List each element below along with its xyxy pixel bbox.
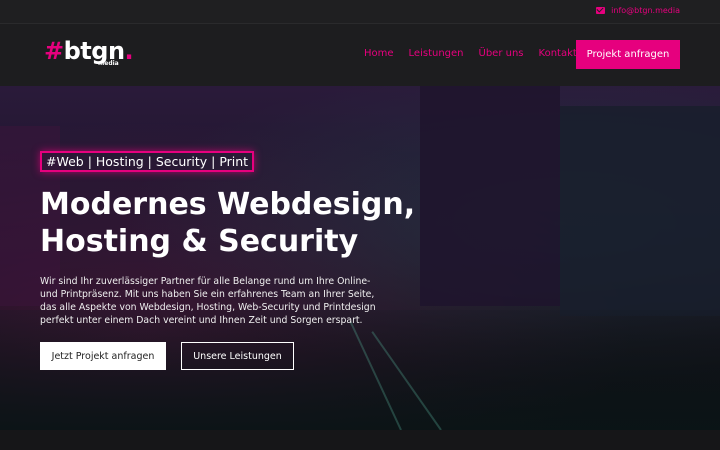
- logo-dot: .: [124, 37, 134, 65]
- bottom-strip: [0, 430, 720, 450]
- nav-item-home[interactable]: Home: [364, 48, 394, 59]
- hero-title-line1: Modernes Webdesign,: [40, 187, 416, 222]
- email-text: info@btgn.media: [611, 6, 680, 15]
- logo[interactable]: #btgn.: [44, 37, 134, 65]
- email-link[interactable]: info@btgn.media: [596, 6, 680, 15]
- top-info-bar: info@btgn.media: [0, 0, 720, 24]
- hero-headline: Modernes Webdesign, Hosting & Security: [40, 186, 500, 260]
- project-request-button[interactable]: Projekt anfragen: [576, 40, 680, 69]
- background-building: [560, 106, 720, 316]
- nav-item-ueber-uns[interactable]: Über uns: [479, 48, 524, 59]
- logo-sub: media: [98, 60, 119, 67]
- background-street: [0, 310, 720, 430]
- mail-icon: [596, 7, 606, 14]
- our-services-button[interactable]: Unsere Leistungen: [181, 342, 294, 370]
- hero-tagline: #Web | Hosting | Security | Print: [40, 151, 255, 172]
- hero-title-line2: Hosting & Security: [40, 224, 359, 259]
- nav-item-kontakt[interactable]: Kontakt: [539, 48, 577, 59]
- start-project-button[interactable]: Jetzt Projekt anfragen: [40, 342, 166, 370]
- hero-description: Wir sind Ihr zuverlässiger Partner für a…: [40, 276, 376, 326]
- logo-hash: #: [44, 37, 64, 65]
- main-nav: Home Leistungen Über uns Kontakt: [364, 48, 577, 59]
- nav-item-leistungen[interactable]: Leistungen: [409, 48, 464, 59]
